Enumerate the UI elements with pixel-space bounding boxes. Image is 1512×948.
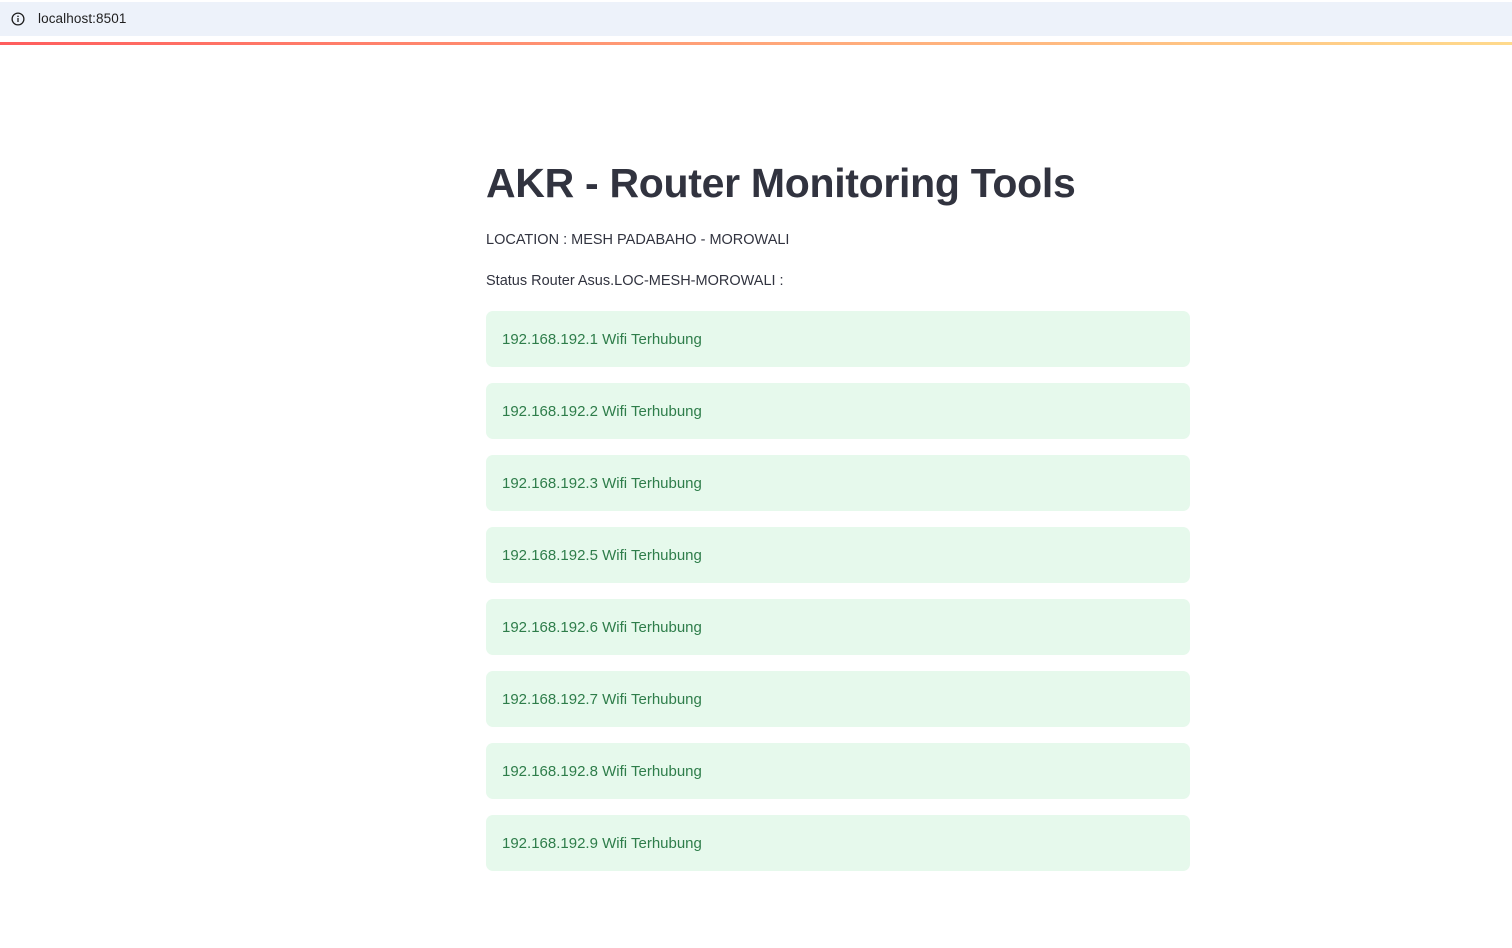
status-text: 192.168.192.9 Wifi Terhubung	[502, 834, 702, 852]
status-text: 192.168.192.3 Wifi Terhubung	[502, 474, 702, 492]
info-icon[interactable]	[11, 12, 25, 26]
status-card: 192.168.192.2 Wifi Terhubung	[486, 383, 1190, 439]
url-text[interactable]: localhost:8501	[38, 11, 126, 26]
status-text: 192.168.192.6 Wifi Terhubung	[502, 618, 702, 636]
browser-address-bar[interactable]: localhost:8501	[0, 2, 1512, 36]
status-card: 192.168.192.6 Wifi Terhubung	[486, 599, 1190, 655]
status-card: 192.168.192.7 Wifi Terhubung	[486, 671, 1190, 727]
status-heading: Status Router Asus.LOC-MESH-MOROWALI :	[486, 273, 784, 289]
status-card: 192.168.192.8 Wifi Terhubung	[486, 743, 1190, 799]
status-text: 192.168.192.5 Wifi Terhubung	[502, 546, 702, 564]
status-text: 192.168.192.8 Wifi Terhubung	[502, 762, 702, 780]
status-text: 192.168.192.2 Wifi Terhubung	[502, 402, 702, 420]
status-card: 192.168.192.9 Wifi Terhubung	[486, 815, 1190, 871]
location-text: LOCATION : MESH PADABAHO - MOROWALI	[486, 232, 790, 248]
page-title: AKR - Router Monitoring Tools	[486, 160, 1076, 206]
status-text: 192.168.192.7 Wifi Terhubung	[502, 690, 702, 708]
status-card: 192.168.192.5 Wifi Terhubung	[486, 527, 1190, 583]
header-decoration-bar	[0, 42, 1512, 45]
status-card: 192.168.192.3 Wifi Terhubung	[486, 455, 1190, 511]
status-text: 192.168.192.1 Wifi Terhubung	[502, 330, 702, 348]
status-card: 192.168.192.1 Wifi Terhubung	[486, 311, 1190, 367]
